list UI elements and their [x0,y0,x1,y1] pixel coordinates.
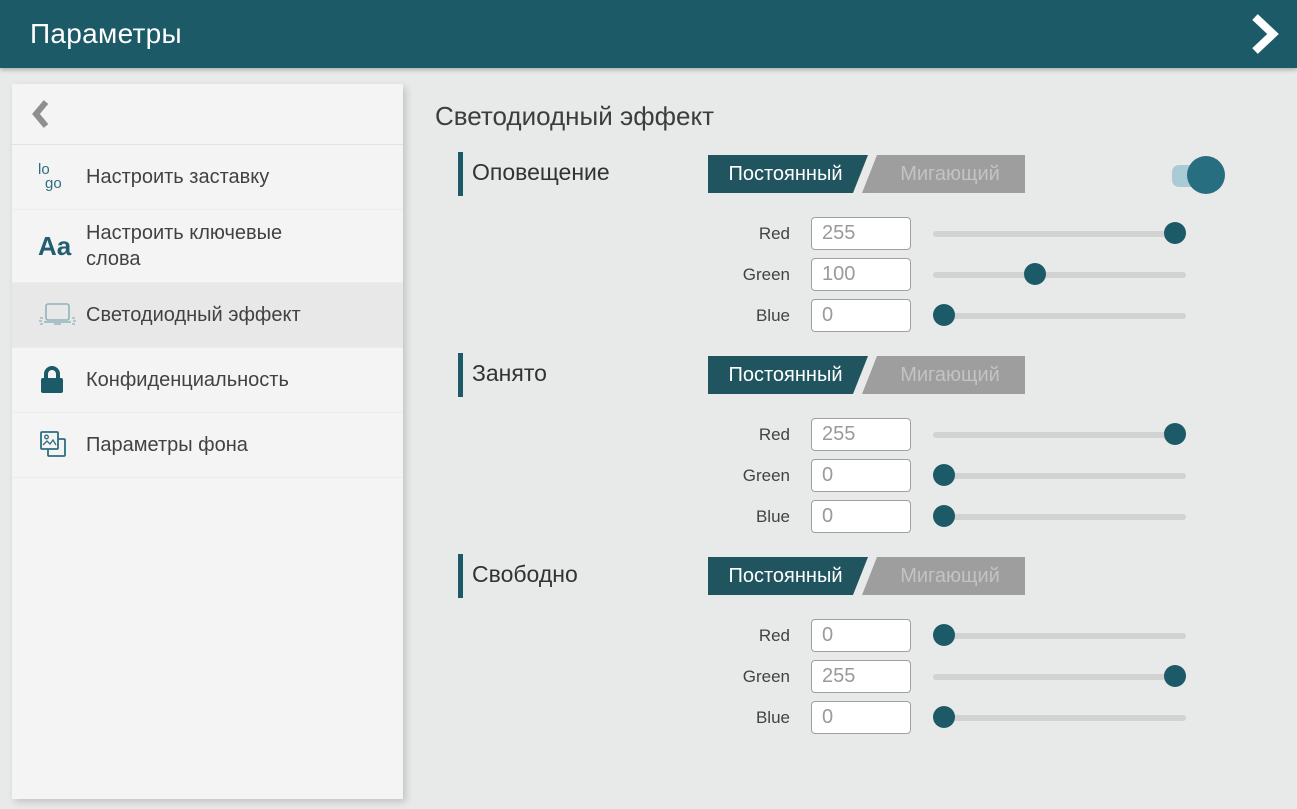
slider-track [933,473,1186,479]
free-mode-control: Постоянный Мигающий [708,557,1025,595]
slider-track [933,272,1186,278]
forward-button[interactable] [1249,14,1279,54]
free-mode-blinking-button[interactable]: Мигающий [875,557,1025,595]
slider-thumb[interactable] [933,624,955,646]
section-accent-bar [458,353,463,397]
sidebar-item-label: Настроить заставку [86,164,269,190]
busy-red-input[interactable] [811,418,911,451]
slider-thumb[interactable] [1164,423,1186,445]
led-section-free: Свободно Постоянный Мигающий Red Green [435,554,1267,734]
slider-thumb[interactable] [933,464,955,486]
chevron-left-icon [32,100,50,128]
section-name: Свободно [472,561,578,588]
sidebar-item-background[interactable]: Параметры фона [12,413,403,478]
section-name: Оповещение [472,159,610,186]
alert-green-input[interactable] [811,258,911,291]
red-label: Red [435,224,790,244]
busy-mode-blinking-button[interactable]: Мигающий [875,356,1025,394]
section-name: Занято [472,360,547,387]
busy-red-slider[interactable] [933,418,1186,451]
sidebar-item-label: Светодиодный эффект [86,302,301,328]
sidebar: logo Настроить заставку Aa Настроить клю… [12,84,403,799]
green-label: Green [435,466,790,486]
sidebar-item-privacy[interactable]: Конфиденциальность [12,348,403,413]
background-images-icon [38,429,86,461]
sidebar-item-label: Конфиденциальность [86,367,289,393]
free-blue-slider[interactable] [933,701,1186,734]
busy-mode-control: Постоянный Мигающий [708,356,1025,394]
free-green-slider[interactable] [933,660,1186,693]
slider-track [933,715,1186,721]
main-title: Светодиодный эффект [435,101,1267,132]
sidebar-item-label: Параметры фона [86,432,248,458]
slider-thumb[interactable] [933,706,955,728]
alert-blue-slider[interactable] [933,299,1186,332]
alert-mode-constant-button[interactable]: Постоянный [708,155,863,193]
slider-thumb[interactable] [1024,263,1046,285]
busy-green-input[interactable] [811,459,911,492]
alert-green-slider[interactable] [933,258,1186,291]
alert-mode-blinking-button[interactable]: Мигающий [875,155,1025,193]
chevron-right-icon [1249,14,1279,54]
monitor-icon [38,300,86,330]
blue-label: Blue [435,306,790,326]
free-blue-input[interactable] [811,701,911,734]
logo-icon: logo [38,163,86,192]
alert-enabled-toggle[interactable] [1172,156,1225,194]
section-accent-bar [458,152,463,196]
free-mode-constant-button[interactable]: Постоянный [708,557,863,595]
alert-mode-control: Постоянный Мигающий [708,155,1025,193]
alert-red-input[interactable] [811,217,911,250]
sidebar-item-led-effect[interactable]: Светодиодный эффект [12,283,403,348]
led-section-alert: Оповещение Постоянный Мигающий Red Green [435,152,1267,332]
Aa-icon: Aa [38,231,86,262]
section-accent-bar [458,554,463,598]
sidebar-item-label: Настроить ключевые слова [86,220,321,272]
slider-thumb[interactable] [933,505,955,527]
sidebar-item-keywords[interactable]: Aa Настроить ключевые слова [12,210,403,283]
slider-track [933,231,1186,237]
page-title: Параметры [30,18,182,50]
main-content: Светодиодный эффект Оповещение Постоянны… [435,84,1267,755]
busy-blue-slider[interactable] [933,500,1186,533]
busy-blue-input[interactable] [811,500,911,533]
blue-label: Blue [435,507,790,527]
slider-track [933,313,1186,319]
red-label: Red [435,425,790,445]
free-red-slider[interactable] [933,619,1186,652]
app-header: Параметры [0,0,1297,68]
free-green-input[interactable] [811,660,911,693]
slider-track [933,432,1186,438]
lock-icon [38,365,86,395]
red-label: Red [435,626,790,646]
toggle-knob [1187,156,1225,194]
slider-track [933,514,1186,520]
green-label: Green [435,265,790,285]
alert-red-slider[interactable] [933,217,1186,250]
sidebar-back-button[interactable] [12,84,403,145]
slider-track [933,633,1186,639]
led-section-busy: Занято Постоянный Мигающий Red Green [435,353,1267,533]
slider-thumb[interactable] [1164,665,1186,687]
green-label: Green [435,667,790,687]
sidebar-item-splash-screen[interactable]: logo Настроить заставку [12,145,403,210]
slider-thumb[interactable] [933,304,955,326]
busy-mode-constant-button[interactable]: Постоянный [708,356,863,394]
busy-green-slider[interactable] [933,459,1186,492]
blue-label: Blue [435,708,790,728]
free-red-input[interactable] [811,619,911,652]
slider-track [933,674,1186,680]
alert-blue-input[interactable] [811,299,911,332]
slider-thumb[interactable] [1164,222,1186,244]
